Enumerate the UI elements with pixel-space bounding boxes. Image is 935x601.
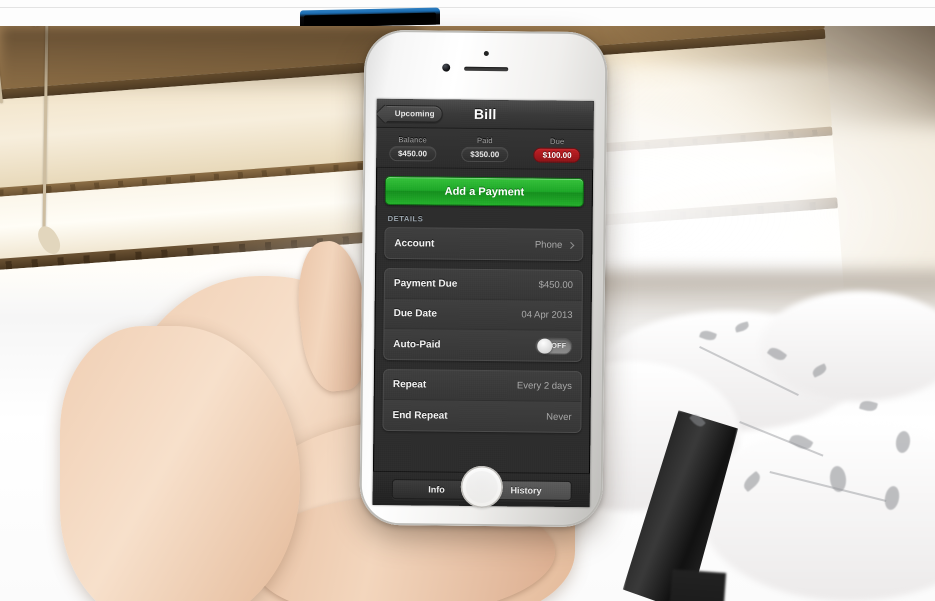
top-left-shadow — [0, 26, 420, 96]
back-button-label: Upcoming — [394, 108, 435, 118]
stat-label: Paid — [476, 135, 493, 145]
row-end-repeat[interactable]: End Repeat Never — [383, 399, 581, 433]
toggle-state-label: OFF — [551, 342, 567, 350]
stat-label: Due — [550, 136, 565, 146]
stat-value-pill: $350.00 — [461, 146, 509, 162]
auto-paid-toggle[interactable]: OFF — [535, 337, 573, 355]
row-label: End Repeat — [392, 409, 448, 422]
row-value: 04 Apr 2013 — [521, 309, 573, 321]
earpiece-speaker-icon — [463, 66, 508, 72]
page-top-strip — [0, 0, 935, 26]
black-fabric — [663, 569, 727, 601]
row-label: Auto-Paid — [393, 338, 441, 351]
screen-content: Add a Payment DETAILS Account Phone Paym… — [373, 168, 593, 434]
section-header-details: DETAILS — [387, 213, 424, 224]
front-camera-icon — [442, 63, 451, 72]
stat-balance: Balance $450.00 — [376, 128, 449, 168]
row-value: $450.00 — [538, 279, 573, 291]
chevron-right-icon — [567, 241, 575, 249]
ambient-light-sensor-icon — [483, 50, 489, 57]
bill-summary-stats: Balance $450.00 Paid $350.00 Due $100.00 — [376, 127, 594, 171]
stat-value-pill-danger: $100.00 — [533, 147, 581, 163]
add-payment-button[interactable]: Add a Payment — [384, 175, 585, 208]
fabric-leaf-motif — [858, 398, 879, 414]
row-label: Repeat — [392, 379, 427, 391]
phone-screen: Upcoming Bill Balance $450.00 Paid $350.… — [372, 98, 594, 508]
row-label: Account — [394, 237, 435, 249]
stat-value-pill: $450.00 — [388, 145, 437, 161]
row-label: Payment Due — [393, 278, 458, 290]
stat-due: Due $100.00 — [521, 129, 594, 169]
account-value-text: Phone — [534, 239, 563, 251]
app-navbar: Upcoming Bill — [376, 98, 594, 131]
row-label: Due Date — [393, 308, 438, 320]
back-button-upcoming[interactable]: Upcoming — [382, 104, 443, 123]
row-value: Every 2 days — [516, 380, 572, 392]
iphone-device: Upcoming Bill Balance $450.00 Paid $350.… — [359, 29, 608, 528]
row-due-date[interactable]: Due Date 04 Apr 2013 — [384, 298, 582, 332]
repeat-group: Repeat Every 2 days End Repeat Never — [382, 368, 583, 434]
stat-paid: Paid $350.00 — [448, 129, 521, 169]
top-hairline-divider — [0, 7, 935, 8]
home-button[interactable] — [460, 465, 503, 509]
stat-label: Balance — [398, 134, 427, 144]
cropped-device-edge-above — [300, 7, 440, 26]
row-payment-due[interactable]: Payment Due $450.00 — [384, 268, 583, 302]
account-group: Account Phone — [384, 226, 584, 262]
row-repeat[interactable]: Repeat Every 2 days — [383, 369, 582, 403]
row-value: Phone — [534, 239, 575, 251]
payment-group: Payment Due $450.00 Due Date 04 Apr 2013… — [383, 267, 584, 363]
toggle-knob — [537, 338, 553, 354]
row-account[interactable]: Account Phone — [385, 227, 583, 261]
row-auto-paid[interactable]: Auto-Paid OFF — [384, 328, 582, 362]
row-value: Never — [546, 411, 572, 423]
